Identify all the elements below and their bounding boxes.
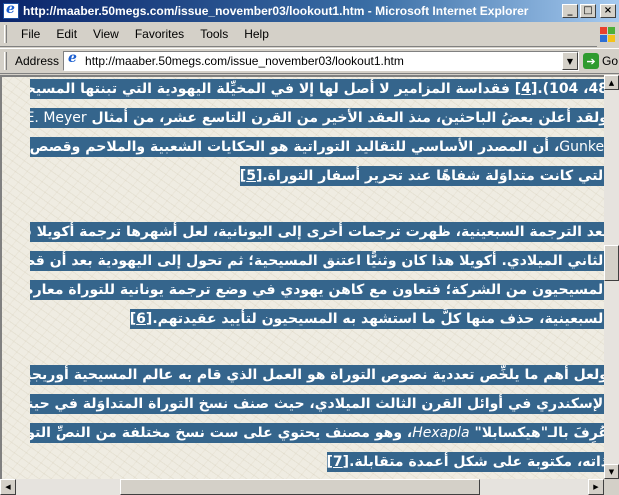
paragraph: ولعل أهم ما يلخِّص تعددية نصوص التوراة ه… xyxy=(30,361,604,477)
address-bar: Address http://maaber.50megs.com/issue_n… xyxy=(0,48,619,74)
menu-tools[interactable]: Tools xyxy=(192,25,236,43)
text-line: السبعينية، حذف منها كلَّ ما استشهد به ال… xyxy=(30,305,604,334)
scrollbar-corner xyxy=(604,479,619,495)
ie-page-icon xyxy=(66,50,82,69)
title-bar[interactable]: http://maaber.50megs.com/issue_november0… xyxy=(0,0,619,22)
scroll-up-button[interactable]: ▲ xyxy=(604,75,619,90)
horizontal-scroll-thumb[interactable] xyxy=(120,479,480,495)
scroll-down-button[interactable]: ▼ xyxy=(604,464,619,479)
footnote-link[interactable]: [6] xyxy=(130,311,153,327)
paragraph: بعد الترجمة السبعينية، ظهرت ترجمات أخرى … xyxy=(30,218,604,334)
go-label: Go xyxy=(602,54,619,68)
article: 48، 104).[4] فقداسة المزامير لا أصل لها … xyxy=(30,77,604,479)
address-input[interactable]: http://maaber.50megs.com/issue_november0… xyxy=(63,50,579,71)
footnote-link[interactable]: [7] xyxy=(327,454,350,470)
window-title: http://maaber.50megs.com/issue_november0… xyxy=(23,4,529,18)
minimize-button[interactable]: _ xyxy=(562,4,578,18)
menu-edit[interactable]: Edit xyxy=(48,25,85,43)
maximize-button[interactable]: □ xyxy=(580,4,596,18)
scroll-left-button[interactable]: ◀ xyxy=(0,479,16,495)
menu-view[interactable]: View xyxy=(85,25,127,43)
text-line: المسيحيون من الشركة؛ فتعاون مع كاهن يهود… xyxy=(30,276,604,305)
text-line: Gunkel، أن المصدر الأساسي للتقاليد التور… xyxy=(30,133,604,162)
dropdown-arrow-icon[interactable]: ▼ xyxy=(562,52,578,70)
go-arrow-icon: ➔ xyxy=(583,53,599,69)
text-line: عُرِفَ بالـ"هيكسابلا" Hexapla، وهو مصنف … xyxy=(30,419,604,448)
text-line: ولقد أعلن بعضُ الباحثين، منذ العقد الأخي… xyxy=(30,104,604,133)
text-line: الإسكندري في أوائل القرن الثالث الميلادي… xyxy=(30,390,604,419)
horizontal-scrollbar[interactable]: ◀ ▶ xyxy=(0,479,604,495)
ie-page-icon xyxy=(3,1,19,19)
text-line: التي كانت متداوَلة شفاهًا عند تحرير أسفا… xyxy=(30,162,604,191)
address-label: Address xyxy=(15,54,60,68)
go-button[interactable]: ➔ Go xyxy=(583,50,619,72)
close-button[interactable]: × xyxy=(600,4,616,18)
text-line: ذاته، مكتوبة على شكل أعمدة متقابلة.[7] xyxy=(30,448,604,477)
menu-help[interactable]: Help xyxy=(236,25,277,43)
text-line: ولعل أهم ما يلخِّص تعددية نصوص التوراة ه… xyxy=(30,361,604,390)
vertical-scroll-thumb[interactable] xyxy=(604,245,619,281)
footnote-link[interactable]: [5] xyxy=(240,168,263,184)
address-grip[interactable] xyxy=(4,52,7,70)
menu-file[interactable]: File xyxy=(13,25,48,43)
text-line: بعد الترجمة السبعينية، ظهرت ترجمات أخرى … xyxy=(30,218,604,247)
text-line: الثاني الميلادي. أكويلا هذا كان وثنيًّا … xyxy=(30,247,604,276)
toolbar-grip[interactable] xyxy=(4,25,7,43)
address-url[interactable]: http://maaber.50megs.com/issue_november0… xyxy=(85,54,562,68)
vertical-scrollbar[interactable]: ▲ ▼ xyxy=(604,75,619,479)
menu-bar: File Edit View Favorites Tools Help xyxy=(0,22,619,47)
text-line: 48، 104).[4] فقداسة المزامير لا أصل لها … xyxy=(30,77,604,104)
scroll-right-button[interactable]: ▶ xyxy=(588,479,604,495)
page-content[interactable]: 48، 104).[4] فقداسة المزامير لا أصل لها … xyxy=(0,75,604,479)
paragraph: 48، 104).[4] فقداسة المزامير لا أصل لها … xyxy=(30,77,604,191)
windows-flag-icon xyxy=(597,23,619,47)
footnote-link[interactable]: [4] xyxy=(515,81,538,97)
menu-favorites[interactable]: Favorites xyxy=(127,25,192,43)
